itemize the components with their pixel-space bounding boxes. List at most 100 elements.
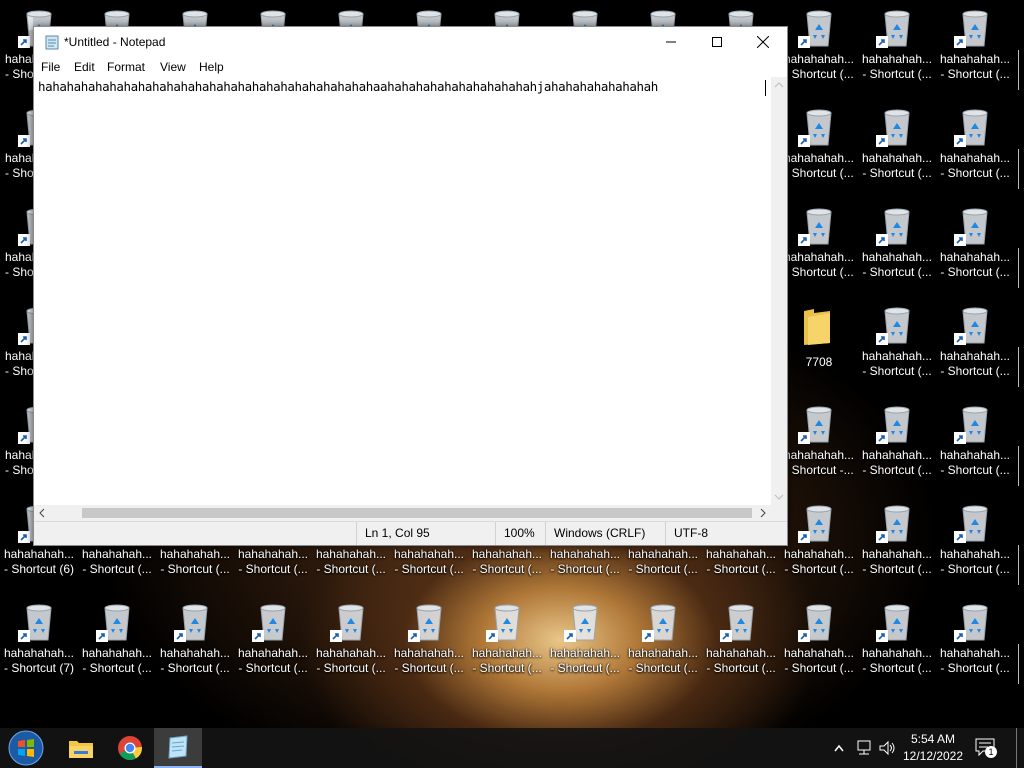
desktop-icon-label-line2: - Shortcut (...	[628, 661, 698, 675]
scroll-left-icon[interactable]	[36, 505, 48, 521]
desktop-shortcut-icon[interactable]: hahahahah... - Shortcut (...	[780, 99, 858, 191]
desktop-icon-label-line1: hahahahah...	[3, 646, 75, 660]
desktop-icon-label: hahahahah... - Shortcut (...	[78, 547, 156, 577]
desktop-shortcut-icon[interactable]: hahahahah... - Shortcut (...	[936, 297, 1014, 389]
scroll-up-icon[interactable]	[771, 79, 787, 91]
desktop-shortcut-icon[interactable]: hahahahah... - Shortcut (...	[936, 396, 1014, 488]
horizontal-scrollbar[interactable]	[34, 505, 771, 521]
menu-view[interactable]: View	[160, 60, 186, 74]
desktop-shortcut-icon[interactable]: hahahahah... - Shortcut -...	[780, 396, 858, 488]
desktop-icon-label: hahahahah... - Shortcut (...	[936, 646, 1014, 676]
taskbar-notepad[interactable]	[154, 728, 202, 768]
taskbar-file-explorer[interactable]	[57, 728, 105, 768]
desktop-shortcut-icon[interactable]: hahahahah... - Shortcut (...	[936, 198, 1014, 290]
desktop-icon-label-line1: hahahahah...	[861, 547, 933, 561]
desktop-icon-label-line2: - Shortcut (...	[784, 67, 854, 81]
action-center-button[interactable]: 1	[974, 737, 998, 759]
desktop-shortcut-icon[interactable]: hahahahah... - Shortcut (...	[702, 594, 780, 686]
start-button[interactable]	[2, 728, 50, 768]
taskbar-chrome[interactable]	[106, 728, 154, 768]
maximize-button[interactable]	[694, 27, 740, 57]
desktop-shortcut-icon[interactable]: hahahahah... - Shortcut (...	[858, 0, 936, 92]
desktop-shortcut-icon[interactable]: hahahahah... - Shortcut (...	[780, 0, 858, 92]
desktop-icon-label-line1: hahahahah...	[81, 547, 153, 561]
desktop-shortcut-icon[interactable]: hahahahah... - Shortcut (...	[936, 0, 1014, 92]
desktop-icon-label-line1: hahahahah...	[939, 349, 1011, 363]
desktop-icon-label-line1: hahahahah...	[705, 646, 777, 660]
clock-time[interactable]: 5:54 AM	[900, 732, 966, 746]
desktop-shortcut-icon[interactable]: hahal - Sho	[0, 396, 33, 488]
show-hidden-icons-icon[interactable]	[834, 744, 844, 752]
desktop-shortcut-icon[interactable]: hahal - Sho	[0, 297, 33, 389]
desktop-shortcut-icon[interactable]: hahahahah... - Shortcut (...	[858, 495, 936, 587]
desktop-icon-label: hahahahah... - Shortcut (...	[624, 646, 702, 676]
document-text[interactable]: hahahahahahahahahahahahahahahahahahahaha…	[38, 79, 658, 94]
desktop-shortcut-icon[interactable]: hahahahah... - Shortcut (...	[858, 99, 936, 191]
desktop-shortcut-icon[interactable]: hahahahah... - Shortcut (7)	[0, 594, 78, 686]
desktop-icon-label-line2: - Shortcut (...	[628, 562, 698, 576]
scrollbar-corner	[771, 505, 787, 521]
desktop-shortcut-icon[interactable]: hahahahah... - Shortcut (...	[546, 594, 624, 686]
desktop-shortcut-icon[interactable]: hahahahah... - Shortcut (...	[858, 198, 936, 290]
desktop-icon-label-line2: - Shortcut (...	[550, 661, 620, 675]
desktop-shortcut-icon[interactable]: hahahahah... - Shortcut (...	[312, 594, 390, 686]
minimize-button[interactable]	[648, 27, 694, 57]
notepad-app-icon	[168, 735, 188, 759]
desktop-shortcut-icon[interactable]: hahahahah... - Shortcut (...	[936, 99, 1014, 191]
desktop-shortcut-icon[interactable]: hahahahah... - Shortcut (...	[624, 594, 702, 686]
desktop-shortcut-icon[interactable]: hahahahah... - Shortcut (...	[78, 594, 156, 686]
desktop-icon-label-line2: - Shortcut (...	[784, 562, 854, 576]
desktop-shortcut-icon[interactable]: hahal - Sho	[0, 99, 33, 191]
shortcut-arrow-icon	[174, 630, 186, 642]
menu-help[interactable]: Help	[199, 60, 224, 74]
desktop-shortcut-icon[interactable]: hahahahah... - Shortcut (...	[936, 594, 1014, 686]
text-editor[interactable]: hahahahahahahahahahahahahahahahahahahaha…	[34, 77, 771, 505]
horizontal-scroll-thumb[interactable]	[82, 508, 752, 518]
shortcut-arrow-icon	[720, 630, 732, 642]
desktop-icon-label: hahahahah... - Shortcut (...	[858, 547, 936, 577]
desktop-shortcut-icon[interactable]: hahahahah... - Shortcut (...	[234, 594, 312, 686]
desktop-shortcut-icon[interactable]: hahahahah... - Shortcut (...	[780, 495, 858, 587]
desktop-icon-label: hahahahah... - Shortcut (...	[858, 52, 936, 82]
scroll-down-icon[interactable]	[771, 491, 787, 503]
desktop-shortcut-icon[interactable]: hahahahah... - Shortcut (...	[468, 594, 546, 686]
menu-format[interactable]: Format	[107, 60, 145, 74]
desktop-shortcut-icon[interactable]: hahahahah... - Shortcut (...	[156, 594, 234, 686]
desktop-shortcut-icon[interactable]: hahahahah... - Shortcut (...	[858, 396, 936, 488]
desktop-shortcut-icon[interactable]: hahahahah... - Shortcut (...	[780, 594, 858, 686]
desktop-icon-label-line1: hahahahah...	[471, 547, 543, 561]
shortcut-arrow-icon	[954, 630, 966, 642]
desktop-shortcut-icon[interactable]: hahahahah... - Shortcut (...	[936, 495, 1014, 587]
desktop-shortcut-icon[interactable]: hahahahah... - Shortcut (...	[858, 594, 936, 686]
desktop-shortcut-icon[interactable]: hahahahah... - Shortcut (...	[780, 198, 858, 290]
show-desktop-button[interactable]	[1016, 728, 1017, 768]
scroll-right-icon[interactable]	[757, 505, 769, 521]
desktop-icon-label: hahahahah... - Shortcut (...	[858, 250, 936, 280]
desktop-icon-label-line1: hahal	[5, 151, 33, 165]
desktop-icon-label-line1: hahahahah...	[237, 547, 309, 561]
desktop-icon-label-line2: - Shortcut (...	[160, 661, 230, 675]
desktop-icon-label: hahal - Sho	[5, 52, 33, 82]
desktop-shortcut-icon[interactable]: hahal - Sho	[0, 0, 33, 92]
shortcut-arrow-icon	[876, 531, 888, 543]
close-button[interactable]	[740, 27, 786, 57]
menu-edit[interactable]: Edit	[74, 60, 95, 74]
desktop-folder-7708[interactable]: 7708	[780, 297, 858, 389]
title-bar[interactable]: *Untitled - Notepad	[34, 27, 787, 57]
desktop-icon-label-line2: - Shortcut -...	[784, 463, 854, 477]
shortcut-arrow-icon	[798, 531, 810, 543]
vertical-scrollbar[interactable]	[771, 77, 787, 505]
desktop-shortcut-icon[interactable]: hahahahah... - Shortcut (...	[390, 594, 468, 686]
desktop-shortcut-icon[interactable]: hahahahah... - Shortcut (...	[858, 297, 936, 389]
menu-file[interactable]: File	[41, 60, 60, 74]
text-caret	[765, 80, 766, 96]
desktop-shortcut-icon[interactable]: hahal - Sho	[0, 198, 33, 290]
shortcut-arrow-icon	[876, 432, 888, 444]
volume-icon[interactable]	[878, 740, 896, 756]
desktop-icon-label-line2: - Shortcut (...	[862, 661, 932, 675]
shortcut-arrow-icon	[252, 630, 264, 642]
network-icon[interactable]	[856, 740, 874, 756]
minimize-icon	[666, 41, 676, 43]
desktop-icon-label-line1: hahahahah...	[861, 151, 933, 165]
clock-date[interactable]: 12/12/2022	[900, 749, 966, 763]
